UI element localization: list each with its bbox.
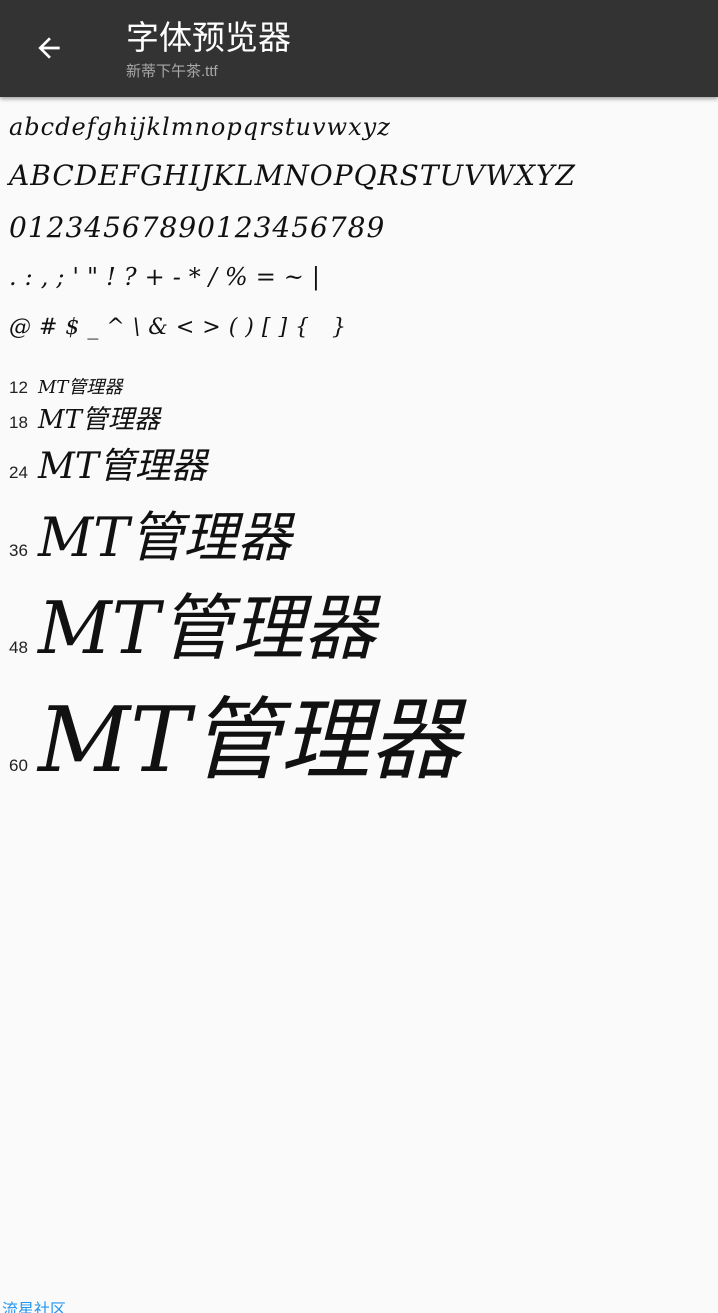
size-label: 12 bbox=[9, 378, 28, 397]
size-sample: MT管理器 bbox=[38, 405, 160, 435]
sample-uppercase: ABCDEFGHIJKLMNOPQRSTUVWXYZ bbox=[9, 159, 576, 192]
sample-punctuation-1: .:,;'"!?+-*/%=~| bbox=[9, 263, 328, 291]
size-row-60: 60 MT管理器 bbox=[9, 667, 460, 797]
page-title: 字体预览器 bbox=[126, 18, 291, 57]
app-bar: 字体预览器 新蒂下午茶.ttf bbox=[0, 0, 718, 97]
sample-lowercase: abcdefghijklmnopqrstuvwxyz bbox=[9, 113, 391, 141]
arrow-left-icon bbox=[38, 37, 60, 59]
size-sample: MT管理器 bbox=[38, 586, 376, 670]
size-label: 24 bbox=[9, 463, 28, 482]
size-row-24: 24 MT管理器 bbox=[9, 437, 207, 489]
size-sample: MT管理器 bbox=[38, 446, 207, 487]
size-sample: MT管理器 bbox=[38, 506, 292, 569]
size-row-36: 36 MT管理器 bbox=[9, 493, 291, 572]
size-row-18: 18 MT管理器 bbox=[9, 399, 160, 436]
font-file-name: 新蒂下午茶.ttf bbox=[126, 63, 218, 80]
sample-digits: 01234567890123456789 bbox=[9, 211, 386, 244]
size-label: 36 bbox=[9, 541, 28, 560]
size-sample: MT管理器 bbox=[38, 688, 461, 793]
size-row-48: 48 MT管理器 bbox=[9, 569, 376, 674]
size-label: 48 bbox=[9, 638, 28, 657]
size-label: 60 bbox=[9, 756, 28, 775]
back-button[interactable] bbox=[22, 24, 76, 72]
sample-punctuation-2: @#$_^\&<>()[]{ } bbox=[9, 315, 355, 340]
size-sample: MT管理器 bbox=[38, 377, 123, 398]
size-row-12: 12 MT管理器 bbox=[9, 373, 122, 399]
size-label: 18 bbox=[9, 413, 28, 432]
watermark: 流星社区 bbox=[2, 1302, 67, 1313]
